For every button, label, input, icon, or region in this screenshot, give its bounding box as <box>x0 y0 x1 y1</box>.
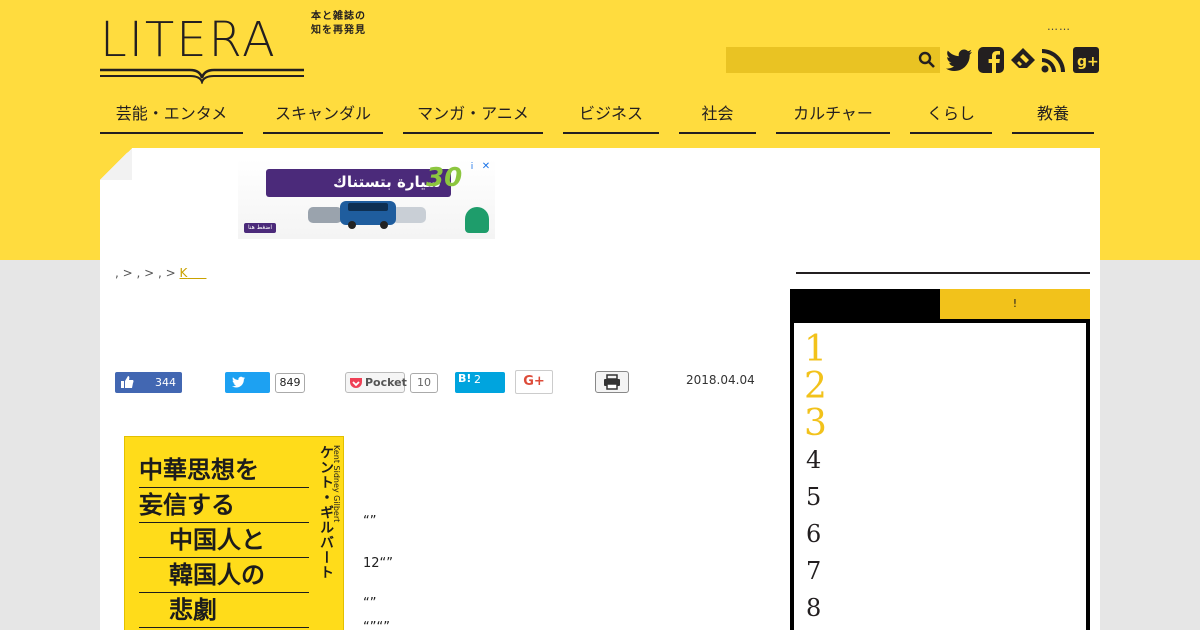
ranking-tabs: ! <box>790 289 1090 319</box>
breadcrumb: , > , > , > K <box>115 266 206 280</box>
ad-cars-image <box>308 201 426 229</box>
twitter-count: 849 <box>275 373 305 393</box>
svg-text:g+: g+ <box>1077 54 1099 70</box>
print-button[interactable] <box>595 371 629 393</box>
site-tagline: 本と雑誌の 知を再発見 <box>311 11 366 36</box>
twitter-bird-icon <box>232 376 245 388</box>
book-title: 中華思想を 妄信する 中国人と 韓国人の 悲劇 <box>139 453 309 628</box>
logo-text: LITERA <box>100 12 277 68</box>
header-dots: …… <box>1047 20 1071 33</box>
sidebar-divider <box>796 272 1090 274</box>
rank-number[interactable]: 8 <box>806 594 821 622</box>
ad-headline: سيارة بتستناك <box>333 173 441 191</box>
book-author-english: Kent Sidney Gilbert <box>332 445 341 523</box>
pocket-icon <box>350 378 362 388</box>
rank-number[interactable]: 3 <box>804 403 827 444</box>
feedly-icon[interactable] <box>1009 46 1037 74</box>
search-box <box>726 47 940 73</box>
nav-item-education[interactable]: 教養 <box>1012 100 1094 134</box>
twitter-icon[interactable] <box>946 46 974 74</box>
book-cover-image: 中華思想を 妄信する 中国人と 韓国人の 悲劇 ケント・ギルバート Kent S… <box>124 436 344 630</box>
tab-ranking-active[interactable] <box>790 289 940 319</box>
site-logo[interactable]: LITERA <box>100 14 305 84</box>
search-input[interactable] <box>726 47 916 73</box>
nav-item-entertainment[interactable]: 芸能・エンタメ <box>100 100 243 134</box>
nav-item-manga-anime[interactable]: マンガ・アニメ <box>403 100 543 134</box>
pocket-button[interactable]: Pocket <box>345 372 407 393</box>
ad-info-icon[interactable]: i <box>466 161 478 173</box>
hatena-count: 2 <box>474 373 481 386</box>
ad-banner[interactable]: سيارة بتستناك 30 i ✕ اضغط هنا <box>238 159 495 239</box>
thumbs-up-icon <box>121 376 134 388</box>
google-plus-share-button[interactable]: G+ <box>515 370 553 394</box>
rank-number[interactable]: 1 <box>804 329 827 370</box>
nav-item-culture[interactable]: カルチャー <box>776 100 890 134</box>
nav-item-business[interactable]: ビジネス <box>563 100 659 134</box>
facebook-like-button[interactable]: 344 <box>115 372 182 393</box>
rss-icon[interactable] <box>1040 46 1068 74</box>
hatena-bookmark-button[interactable]: B! 2 <box>455 372 505 393</box>
ad-badge: 30 <box>426 163 463 193</box>
body-line: 12“” <box>363 556 394 571</box>
logo-book-icon <box>100 68 304 84</box>
nav-item-society[interactable]: 社会 <box>679 100 756 134</box>
pocket-label: Pocket <box>365 376 407 389</box>
nav-item-scandal[interactable]: スキャンダル <box>263 100 383 134</box>
body-line: “” <box>363 514 377 529</box>
card-corner-fold <box>100 148 132 180</box>
rank-number[interactable]: 6 <box>806 520 821 548</box>
facebook-icon[interactable] <box>977 46 1005 74</box>
facebook-count: 344 <box>155 376 176 389</box>
article-date: 2018.04.04 <box>686 373 755 387</box>
hatena-label: B! <box>458 372 472 385</box>
search-icon[interactable] <box>918 51 936 69</box>
rank-number[interactable]: 7 <box>806 557 821 585</box>
ad-brand-logo <box>465 207 489 233</box>
rank-number[interactable]: 2 <box>804 366 827 407</box>
tab-ranking-other[interactable]: ! <box>940 289 1090 319</box>
nav-item-lifestyle[interactable]: くらし <box>910 100 992 134</box>
body-line: “” <box>363 596 377 611</box>
ad-cta-button[interactable]: اضغط هنا <box>244 223 276 233</box>
pocket-count: 10 <box>410 373 438 393</box>
tweet-button[interactable] <box>225 372 270 393</box>
body-line: “”“” <box>363 620 390 630</box>
breadcrumb-separators: , > , > , > <box>115 266 176 280</box>
ranking-list: 1 2 3 4 5 6 7 8 <box>790 319 1090 630</box>
ad-close-icon[interactable]: ✕ <box>480 161 492 173</box>
rank-number[interactable]: 5 <box>806 483 821 511</box>
printer-icon <box>604 374 620 390</box>
google-plus-icon[interactable]: g+ <box>1072 46 1100 74</box>
book-author: ケント・ギルバート <box>318 445 334 580</box>
rank-number[interactable]: 4 <box>806 446 821 474</box>
